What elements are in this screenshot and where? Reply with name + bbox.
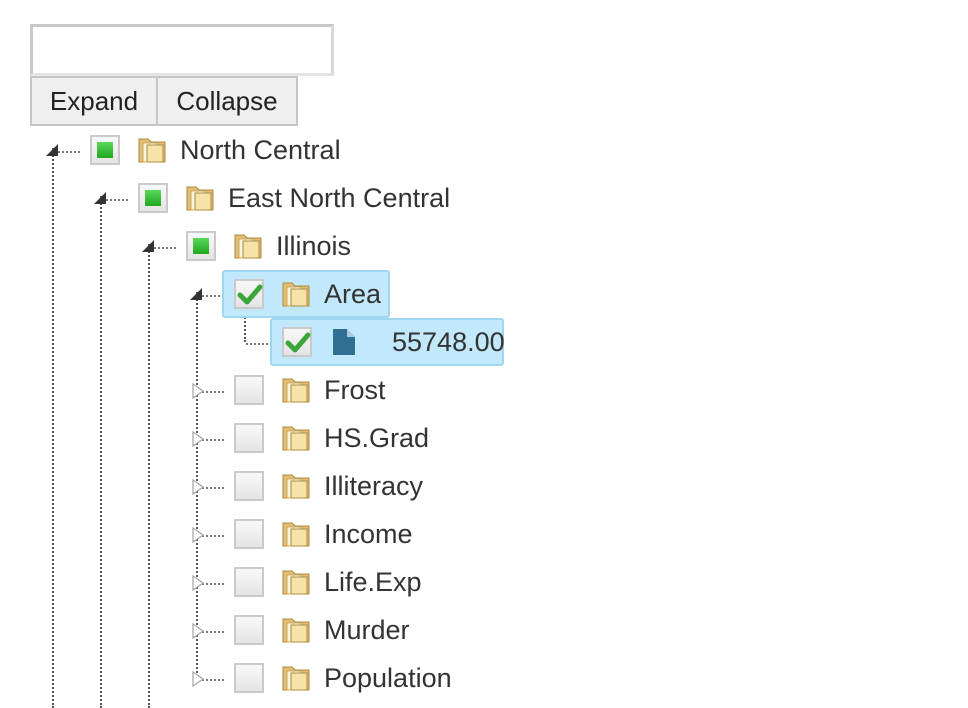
tree-node-label[interactable]: Murder — [324, 608, 410, 652]
folder-icon — [282, 282, 310, 307]
tristate-checkbox[interactable] — [138, 183, 168, 213]
collapse-toggle-icon[interactable] — [44, 142, 60, 158]
tree-guide-line — [100, 196, 102, 708]
folder-icon — [186, 186, 214, 211]
folder-icon — [282, 666, 310, 691]
tree-node-label[interactable]: Population — [324, 656, 452, 700]
check-icon — [237, 284, 263, 305]
tree-guide-line — [148, 244, 150, 708]
tristate-checkbox[interactable] — [90, 135, 120, 165]
expand-toggle-icon[interactable] — [190, 383, 206, 399]
tree-node-label[interactable]: East North Central — [228, 176, 450, 220]
expand-button[interactable]: Expand — [30, 76, 158, 126]
folder-icon — [282, 474, 310, 499]
tree-node-label[interactable]: Income — [324, 512, 413, 556]
collapse-button[interactable]: Collapse — [158, 76, 298, 126]
expand-toggle-icon[interactable] — [190, 527, 206, 543]
folder-icon — [234, 234, 262, 259]
tree-widget: Expand Collapse North Central East North… — [0, 0, 968, 708]
folder-icon — [138, 138, 166, 163]
tree-node-label[interactable]: North Central — [180, 128, 341, 172]
tree-node-label[interactable]: Life.Exp — [324, 560, 422, 604]
tree-node-label[interactable]: Area — [324, 272, 381, 316]
file-icon — [333, 329, 355, 355]
tree-node-label[interactable]: Illinois — [276, 224, 351, 268]
folder-icon — [282, 378, 310, 403]
tree-node-label[interactable]: Illiteracy — [324, 464, 423, 508]
folder-icon — [282, 570, 310, 595]
expand-toggle-icon[interactable] — [190, 431, 206, 447]
collapse-toggle-icon[interactable] — [92, 190, 108, 206]
expand-toggle-icon[interactable] — [190, 671, 206, 687]
unchecked-checkbox[interactable] — [234, 375, 264, 405]
expand-toggle-icon[interactable] — [190, 623, 206, 639]
checked-checkbox[interactable] — [234, 279, 264, 309]
search-input[interactable] — [30, 24, 334, 76]
unchecked-checkbox[interactable] — [234, 471, 264, 501]
folder-icon — [282, 522, 310, 547]
check-icon — [285, 332, 311, 353]
unchecked-checkbox[interactable] — [234, 615, 264, 645]
unchecked-checkbox[interactable] — [234, 567, 264, 597]
tree-node-label[interactable]: Frost — [324, 368, 386, 412]
checked-checkbox[interactable] — [282, 327, 312, 357]
unchecked-checkbox[interactable] — [234, 663, 264, 693]
tristate-checkbox[interactable] — [186, 231, 216, 261]
expand-toggle-icon[interactable] — [190, 479, 206, 495]
tree-node-label[interactable]: 55748.00 — [392, 320, 505, 364]
tree-guide-line — [52, 148, 54, 708]
expand-toggle-icon[interactable] — [190, 575, 206, 591]
tree-connector — [246, 343, 272, 345]
folder-icon — [282, 426, 310, 451]
collapse-toggle-icon[interactable] — [188, 286, 204, 302]
tree-node-label[interactable]: HS.Grad — [324, 416, 429, 460]
unchecked-checkbox[interactable] — [234, 519, 264, 549]
folder-icon — [282, 618, 310, 643]
unchecked-checkbox[interactable] — [234, 423, 264, 453]
collapse-toggle-icon[interactable] — [140, 238, 156, 254]
